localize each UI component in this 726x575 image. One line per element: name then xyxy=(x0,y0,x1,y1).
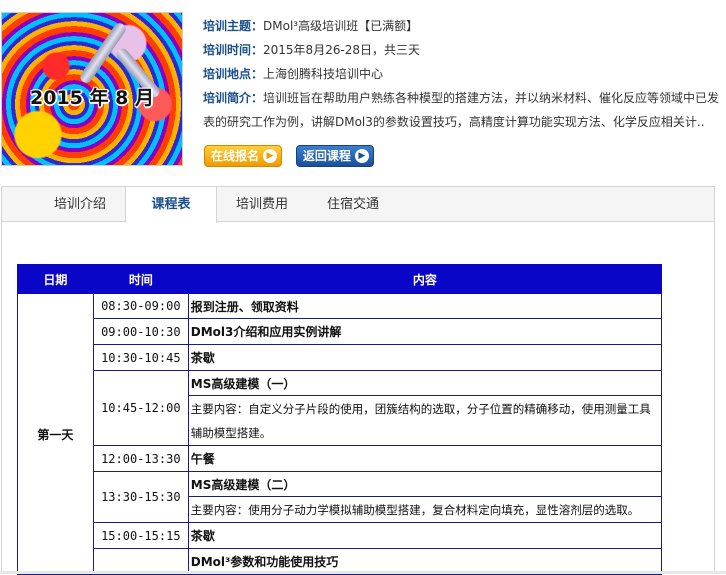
topic-value: DMol³高级培训班【已满额】 xyxy=(263,19,419,33)
place-value: 上海创腾科技培训中心 xyxy=(263,67,384,81)
table-row: 10:45-12:00 MS高级建模（一） xyxy=(18,370,663,446)
back-label: 返回课程 xyxy=(302,149,351,163)
course-banner-image: 2015 年 8 月 xyxy=(1,12,183,166)
intro-value: 培训班旨在帮助用户熟练各种模型的搭建方法，并以纳米材料、催化反应等领域中已发表的… xyxy=(203,91,720,129)
time-cell: 08:30-09:00 xyxy=(92,293,189,319)
course-info: 培训主题：DMol³高级培训班【已满额】 培训时间：2015年8月26-28日，… xyxy=(203,14,723,134)
place-label: 培训地点： xyxy=(203,67,264,81)
content-cell: 报到注册、领取资料 xyxy=(187,293,663,319)
time-cell: 10:45-12:00 xyxy=(92,370,189,446)
header-date: 日期 xyxy=(17,264,94,294)
table-row: 13:30-15:30 MS高级建模（二） xyxy=(18,471,663,523)
table-row: 15:00-15:15 茶歇 xyxy=(18,522,663,549)
content-cell: 茶歇 xyxy=(187,344,663,371)
course-tabs: 培训介绍 课程表 培训费用 住宿交通 xyxy=(1,186,715,223)
content-desc-cell: 主要内容：自定义分子片段的使用，团簇结构的选取，分子位置的精确移动，使用测量工具… xyxy=(187,395,663,446)
table-row: 10:30-10:45 茶歇 xyxy=(18,344,663,371)
tab-lodging[interactable]: 住宿交通 xyxy=(313,187,393,222)
time-cell: 10:30-10:45 xyxy=(92,344,189,371)
table-header-row: 日期 时间 内容 xyxy=(17,264,663,294)
schedule-table: 日期 时间 内容 第一天 08:30-09:00 报到注册、领取资料 09:00… xyxy=(17,264,663,575)
intro-label: 培训简介： xyxy=(203,91,264,105)
day-cell: 第一天 xyxy=(17,293,94,575)
time-cell: 15:00-15:15 xyxy=(92,522,189,549)
topic-row: 培训主题：DMol³高级培训班【已满额】 xyxy=(203,14,723,38)
table-row: 第一天 08:30-09:00 报到注册、领取资料 xyxy=(17,293,663,575)
content-cell: MS高级建模（一） xyxy=(187,370,663,396)
banner-year-text: 2015 年 8 月 xyxy=(30,87,154,109)
header-content: 内容 xyxy=(187,264,663,294)
place-row: 培训地点：上海创腾科技培训中心 xyxy=(203,62,723,86)
arrow-right-icon: ▶ xyxy=(354,149,369,163)
arrow-right-icon: ▶ xyxy=(263,149,278,163)
intro-row: 培训简介：培训班旨在帮助用户熟练各种模型的搭建方法，并以纳米材料、催化反应等领域… xyxy=(203,86,723,134)
table-row: 09:00-10:30 DMol3介绍和应用实例讲解 xyxy=(18,318,663,345)
time-cell: 09:00-10:30 xyxy=(92,318,189,345)
content-desc-cell: 主要内容：使用分子动力学模拟辅助模型搭建，复合材料定向填充，显性溶剂层的选取。 xyxy=(187,496,663,523)
tab-intro[interactable]: 培训介绍 xyxy=(40,187,120,222)
back-to-courses-button[interactable]: 返回课程 ▶ xyxy=(295,145,374,167)
time-value: 2015年8月26-28日，共三天 xyxy=(263,43,421,57)
time-row: 培训时间：2015年8月26-28日，共三天 xyxy=(203,38,723,62)
signup-button[interactable]: 在线报名 ▶ xyxy=(204,145,283,167)
header-time: 时间 xyxy=(92,264,189,294)
content-cell: 午餐 xyxy=(187,445,663,472)
content-cell: DMol3介绍和应用实例讲解 xyxy=(187,318,663,345)
table-row: 12:00-13:30 午餐 xyxy=(18,445,663,472)
time-label: 培训时间： xyxy=(203,43,264,57)
tab-fees[interactable]: 培训费用 xyxy=(222,187,302,222)
signup-label: 在线报名 xyxy=(211,149,260,163)
time-cell: 13:30-15:30 xyxy=(92,471,189,523)
content-cell: 茶歇 xyxy=(187,522,663,549)
tab-schedule[interactable]: 课程表 xyxy=(125,187,217,223)
time-cell: 12:00-13:30 xyxy=(92,445,189,472)
content-cell: MS高级建模（二） xyxy=(187,471,663,497)
topic-label: 培训主题： xyxy=(203,19,264,33)
